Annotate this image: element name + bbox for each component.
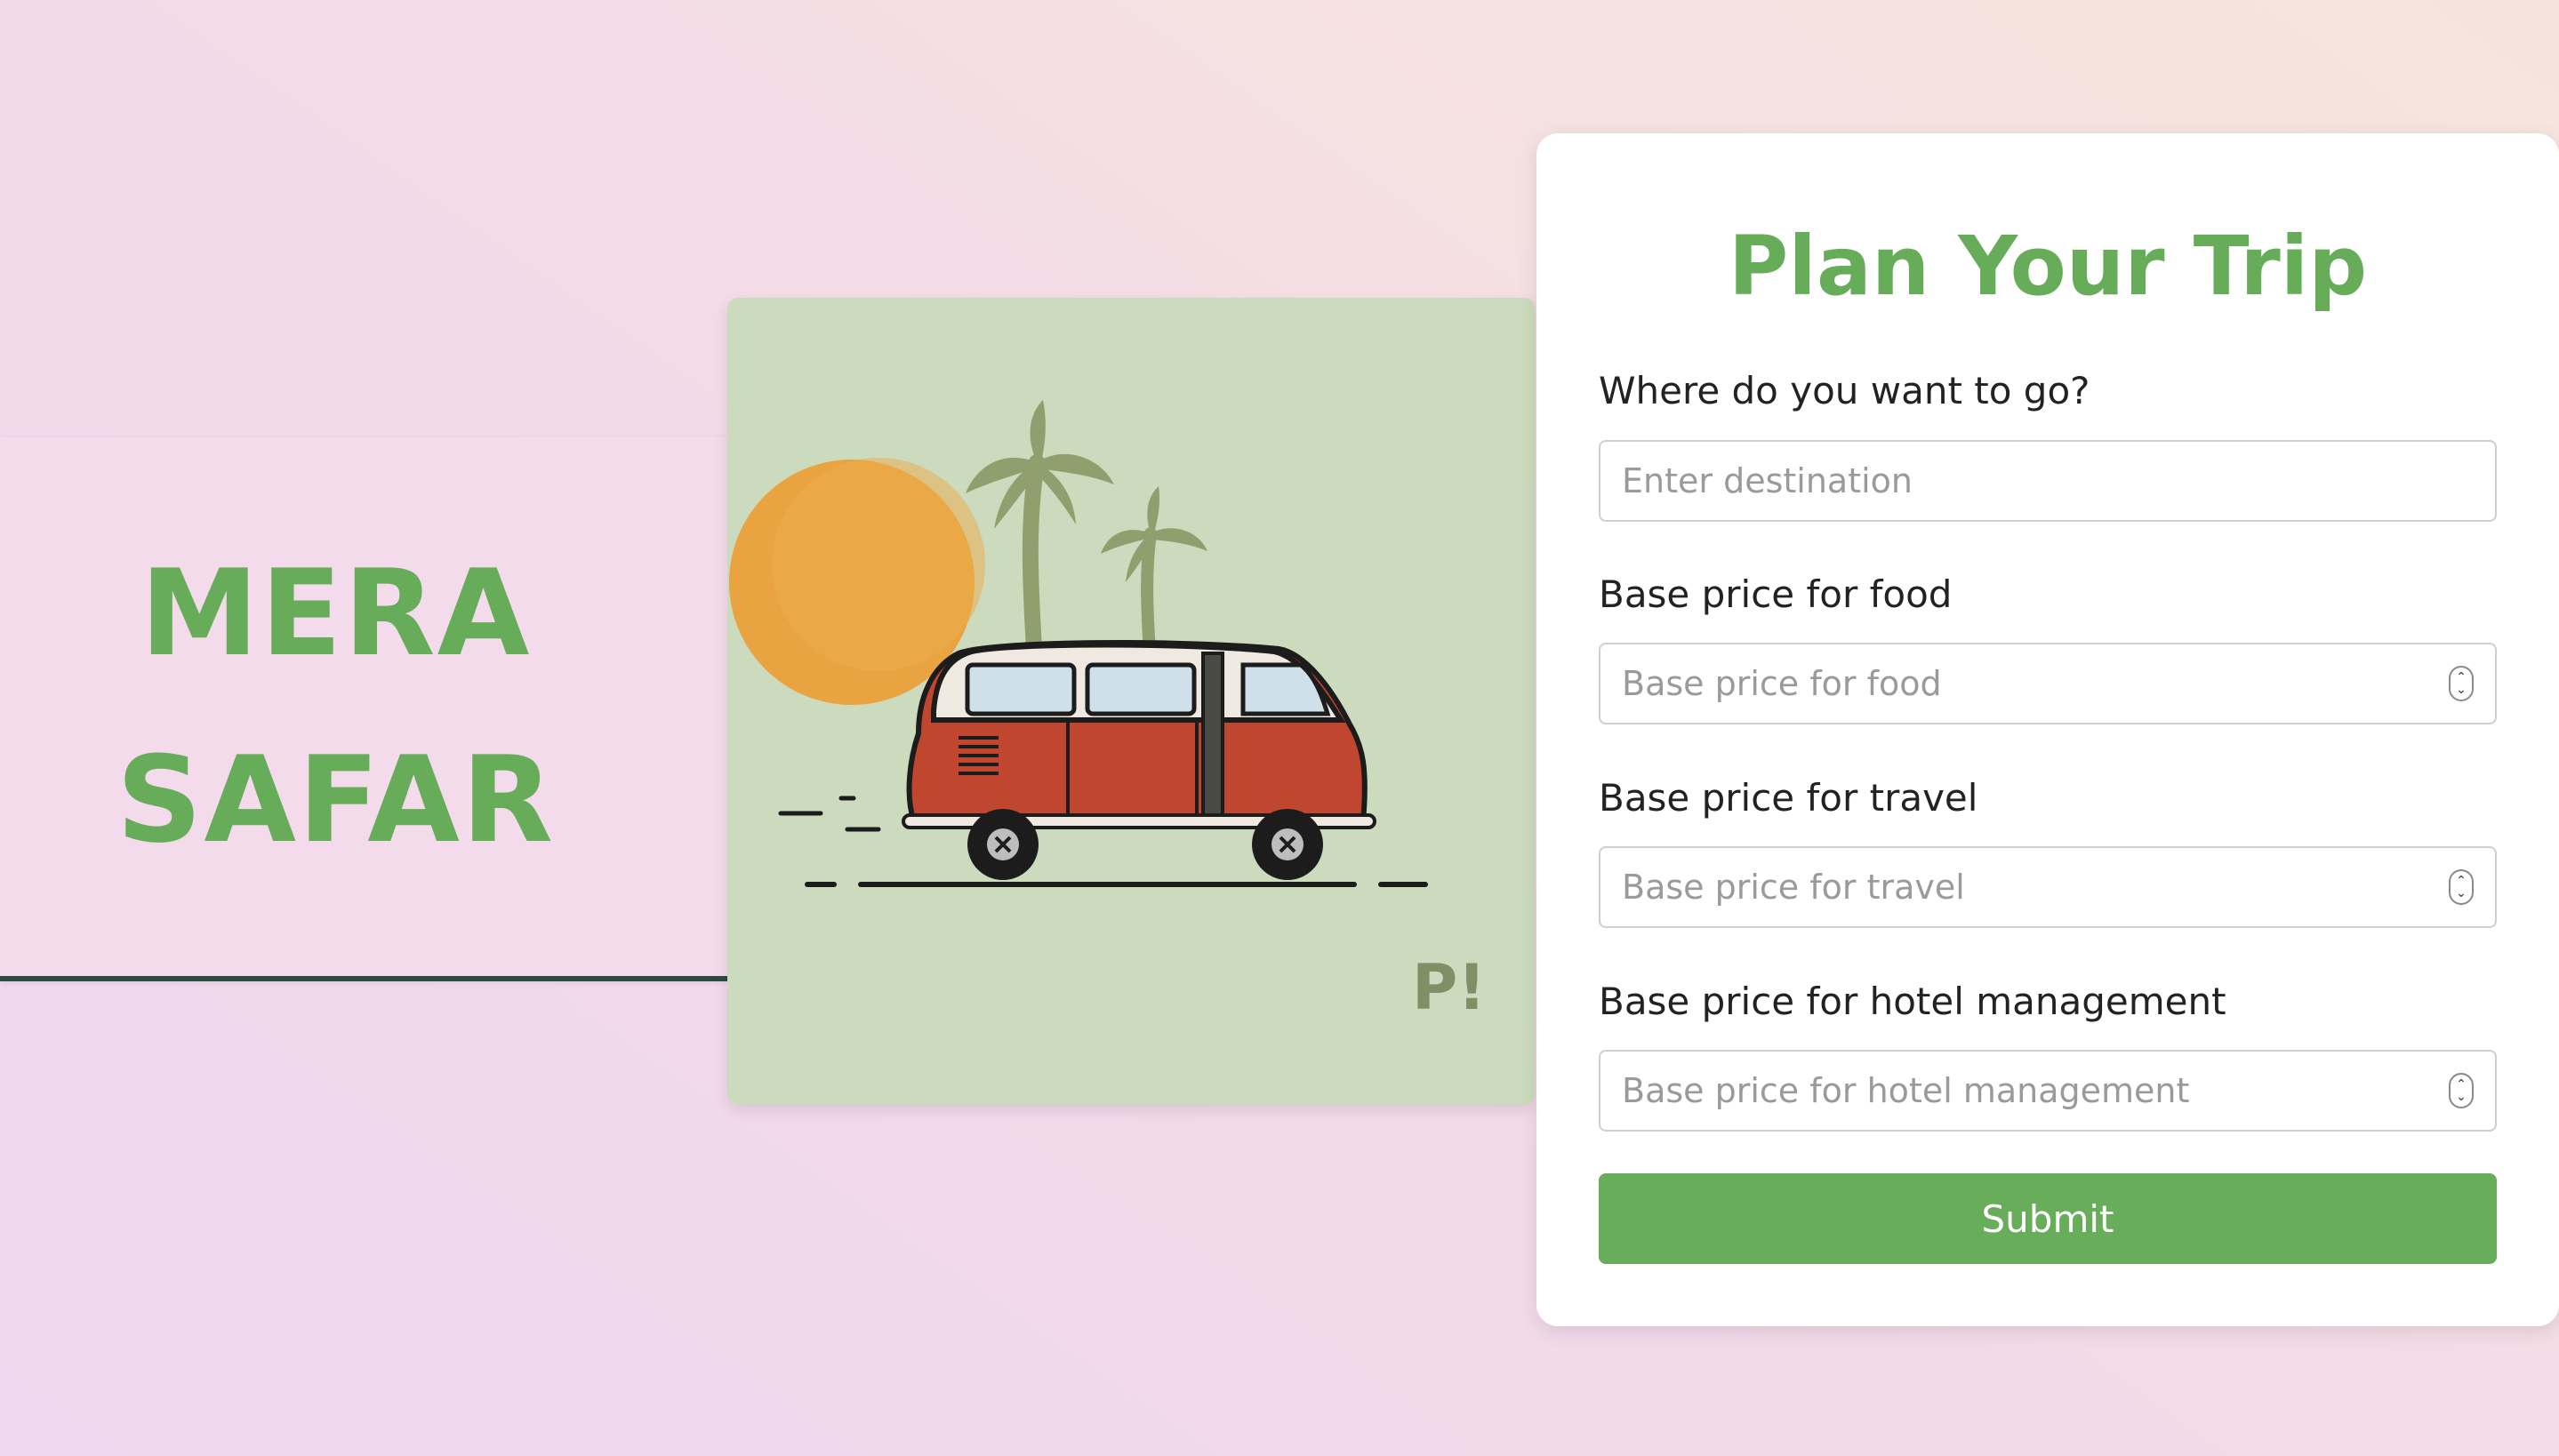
food-price-placeholder: Base price for food (1622, 664, 1942, 703)
travel-price-placeholder: Base price for travel (1622, 868, 1965, 907)
hotel-price-input[interactable]: Base price for hotel management ⌃ ⌄ (1599, 1050, 2497, 1132)
travel-price-input[interactable]: Base price for travel ⌃ ⌄ (1599, 846, 2497, 928)
hero-illustration: P! (727, 298, 1535, 1105)
brand-banner: MERA SAFAR (0, 437, 727, 981)
brand-title-line-1: MERA (140, 544, 532, 683)
number-spinner-icon[interactable]: ⌃ ⌄ (2449, 1073, 2474, 1108)
camper-van-illustration: P! (729, 400, 1486, 1024)
number-spinner-icon[interactable]: ⌃ ⌄ (2449, 666, 2474, 701)
travel-price-label: Base price for travel (1599, 776, 1978, 820)
destination-label: Where do you want to go? (1599, 369, 2090, 412)
hotel-price-label: Base price for hotel management (1599, 980, 2226, 1023)
brand-title-line-2: SAFAR (116, 731, 556, 869)
submit-button[interactable]: Submit (1599, 1173, 2497, 1264)
number-spinner-icon[interactable]: ⌃ ⌄ (2449, 869, 2474, 905)
destination-input[interactable]: Enter destination (1599, 440, 2497, 522)
food-price-input[interactable]: Base price for food ⌃ ⌄ (1599, 643, 2497, 724)
destination-placeholder: Enter destination (1622, 461, 1913, 500)
form-title: Plan Your Trip (1728, 219, 2368, 314)
brand-title: MERA SAFAR (0, 437, 671, 976)
food-price-label: Base price for food (1599, 572, 1953, 616)
hotel-price-placeholder: Base price for hotel management (1622, 1071, 2190, 1110)
artist-signature: P! (1412, 951, 1486, 1024)
trip-planner-form: Plan Your Trip Where do you want to go? … (1536, 133, 2559, 1326)
